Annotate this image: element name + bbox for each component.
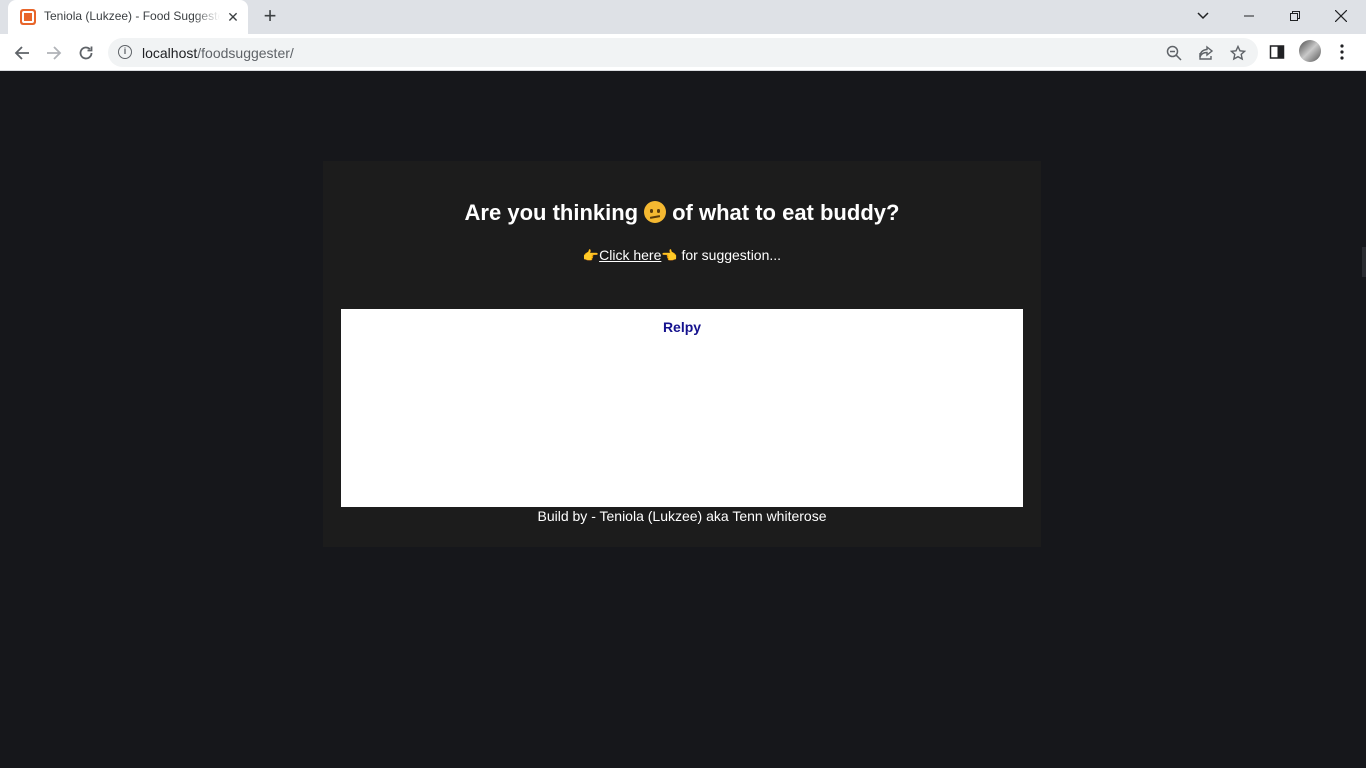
suggestion-text: for suggestion... (681, 247, 782, 263)
tab-title: Teniola (Lukzee) - Food Suggester (44, 9, 220, 23)
page-heading: Are you thinking of what to eat buddy? (323, 200, 1041, 226)
minimize-icon (1244, 15, 1254, 17)
new-tab-button[interactable]: + (258, 5, 282, 29)
arrow-left-icon (14, 46, 29, 60)
suggestion-prompt: 👉Click here👈 for suggestion... (323, 247, 1041, 264)
restore-icon (1290, 11, 1300, 21)
xampp-favicon-icon (20, 9, 36, 25)
bookmark-star-icon[interactable] (1228, 43, 1248, 63)
back-button[interactable] (9, 40, 35, 66)
reply-box: Relpy (341, 309, 1023, 507)
footer-credit: Build by - Teniola (Lukzee) aka Tenn whi… (537, 508, 827, 524)
click-here-link[interactable]: Click here (599, 247, 661, 263)
pointing-left-hand-icon: 👈 (661, 248, 678, 263)
pointing-right-hand-icon: 👉 (582, 248, 600, 263)
tab-strip: Teniola (Lukzee) - Food Suggester ✕ + (0, 0, 1366, 34)
side-panel-icon[interactable] (1266, 41, 1288, 63)
page-viewport: Are you thinking of what to eat buddy? 👉C… (0, 71, 1366, 768)
profile-avatar[interactable] (1299, 40, 1321, 62)
restore-button[interactable] (1272, 0, 1318, 32)
close-window-button[interactable] (1318, 0, 1364, 32)
thinking-face-icon (644, 201, 667, 223)
more-menu-icon[interactable] (1331, 41, 1353, 63)
close-icon (1335, 10, 1347, 22)
minimize-button[interactable] (1226, 0, 1272, 32)
forward-button[interactable] (41, 40, 67, 66)
info-icon[interactable]: i (118, 45, 132, 59)
scrollbar-thumb[interactable] (1362, 247, 1366, 277)
share-icon[interactable] (1196, 43, 1216, 63)
tab-search-button[interactable] (1180, 0, 1226, 32)
address-bar[interactable]: i localhost/foodsuggester/ (108, 38, 1258, 67)
arrow-right-icon (47, 46, 62, 60)
heading-text-end: of what to eat buddy? (672, 200, 900, 225)
browser-tab[interactable]: Teniola (Lukzee) - Food Suggester ✕ (8, 0, 248, 34)
zoom-icon[interactable] (1164, 43, 1184, 63)
reload-icon (79, 46, 93, 60)
tab-close-icon[interactable]: ✕ (224, 8, 242, 26)
heading-text-start: Are you thinking (464, 200, 639, 225)
chevron-down-icon (1197, 12, 1209, 20)
reply-title: Relpy (662, 319, 702, 335)
suggester-card: Are you thinking of what to eat buddy? 👉C… (323, 161, 1041, 547)
browser-toolbar: i localhost/foodsuggester/ (0, 34, 1366, 71)
reload-button[interactable] (73, 40, 99, 66)
url-text[interactable]: localhost/foodsuggester/ (142, 45, 294, 61)
